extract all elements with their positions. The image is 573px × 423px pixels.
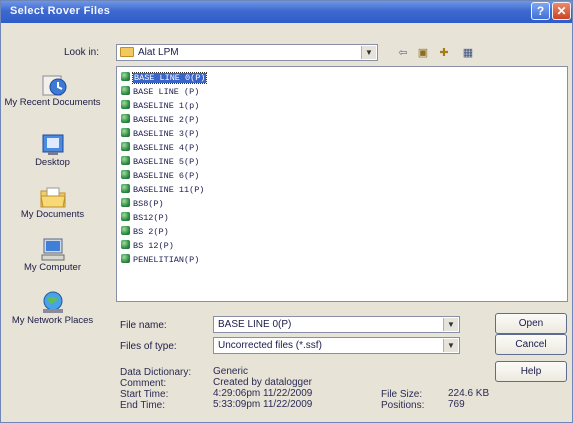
recent-documents-icon: [38, 72, 68, 98]
place-label: My Network Places: [11, 315, 94, 326]
list-item[interactable]: BASELINE 11(P): [121, 184, 204, 195]
place-my-documents[interactable]: My Documents: [3, 184, 102, 220]
end-time-label: End Time:: [120, 400, 166, 411]
file-list[interactable]: BASE LINE 0(P) BASE LINE (P) BASELINE 1(…: [116, 66, 568, 302]
file-name-label: File name:: [120, 320, 167, 331]
rover-file-icon: [121, 254, 130, 263]
file-type-value: Uncorrected files (*.ssf): [218, 340, 322, 351]
list-item[interactable]: BASELINE 5(P): [121, 156, 199, 167]
place-recent-documents[interactable]: My Recent Documents: [3, 72, 102, 108]
place-label: My Recent Documents: [4, 97, 101, 108]
list-item[interactable]: BS8(P): [121, 198, 164, 209]
close-icon: ✕: [556, 4, 567, 18]
place-label: Desktop: [35, 157, 70, 168]
file-type-label: Files of type:: [120, 341, 177, 352]
list-item[interactable]: BASELINE 2(P): [121, 114, 199, 125]
help-icon: ?: [536, 4, 545, 18]
list-item[interactable]: BS 2(P): [121, 226, 169, 237]
data-dictionary-label: Data Dictionary:: [120, 367, 192, 378]
list-item[interactable]: BASELINE 4(P): [121, 142, 199, 153]
open-button[interactable]: Open: [495, 313, 567, 334]
list-item[interactable]: PENELITIAN(P): [121, 254, 199, 265]
rover-file-icon: [121, 184, 130, 193]
folder-icon: [120, 47, 134, 57]
list-item[interactable]: BASELINE 6(P): [121, 170, 199, 181]
place-desktop[interactable]: Desktop: [3, 132, 102, 168]
look-in-label: Look in:: [64, 47, 100, 58]
desktop-icon: [38, 132, 68, 158]
rover-file-icon: [121, 198, 130, 207]
new-folder-icon[interactable]: ✚: [436, 46, 452, 60]
place-my-computer[interactable]: My Computer: [3, 237, 102, 273]
positions-label: Positions:: [381, 400, 425, 411]
end-time-value: 5:33:09pm 11/22/2009: [213, 399, 313, 410]
rover-file-icon: [121, 156, 130, 165]
file-name-value: BASE LINE 0(P): [218, 319, 292, 330]
network-places-icon: [38, 290, 68, 316]
place-label: My Documents: [20, 209, 85, 220]
up-folder-icon[interactable]: ▣: [415, 46, 431, 60]
list-item[interactable]: BASE LINE (P): [121, 86, 199, 97]
help-title-button[interactable]: ?: [531, 2, 550, 20]
look-in-combo[interactable]: Alat LPM ▼: [116, 44, 378, 61]
rover-file-icon: [121, 100, 130, 109]
start-time-label: Start Time:: [120, 389, 169, 400]
list-item[interactable]: BASELINE 1(p): [121, 100, 199, 111]
file-size-value: 224.6 KB: [448, 388, 490, 399]
chevron-down-icon[interactable]: ▼: [443, 339, 458, 352]
rover-file-icon: [121, 72, 130, 81]
comment-value: Created by datalogger: [213, 377, 312, 388]
help-button[interactable]: Help: [495, 361, 567, 382]
view-menu-icon[interactable]: ▦: [457, 46, 479, 60]
comment-label: Comment:: [120, 378, 167, 389]
close-button[interactable]: ✕: [552, 2, 571, 20]
rover-file-icon: [121, 226, 130, 235]
title-bar[interactable]: Select Rover Files ? ✕: [1, 1, 572, 23]
cancel-button[interactable]: Cancel: [495, 334, 567, 355]
file-size-label: File Size:: [381, 389, 423, 400]
file-name-input[interactable]: BASE LINE 0(P) ▼: [213, 316, 460, 333]
places-bar: My Recent Documents Desktop My Documents…: [3, 66, 102, 366]
place-network[interactable]: My Network Places: [3, 290, 102, 326]
list-item[interactable]: BS 12(P): [121, 240, 174, 251]
place-label: My Computer: [23, 262, 81, 273]
rover-file-icon: [121, 128, 130, 137]
rover-file-icon: [121, 170, 130, 179]
file-type-select[interactable]: Uncorrected files (*.ssf) ▼: [213, 337, 460, 354]
positions-value: 769: [448, 399, 465, 410]
back-icon[interactable]: ⇦: [395, 46, 411, 60]
chevron-down-icon[interactable]: ▼: [443, 318, 458, 331]
my-computer-icon: [38, 237, 68, 263]
select-rover-files-dialog: Select Rover Files ? ✕ Look in: Alat LPM…: [0, 0, 573, 423]
chevron-down-icon[interactable]: ▼: [361, 46, 376, 59]
look-in-value: Alat LPM: [138, 47, 179, 58]
rover-file-icon: [121, 114, 130, 123]
start-time-value: 4:29:06pm 11/22/2009: [213, 388, 313, 399]
rover-file-icon: [121, 86, 130, 95]
list-item[interactable]: BASE LINE 0(P): [121, 72, 208, 84]
rover-file-icon: [121, 212, 130, 221]
list-item[interactable]: BASELINE 3(P): [121, 128, 199, 139]
dialog-title: Select Rover Files: [10, 5, 111, 17]
data-dictionary-value: Generic: [213, 366, 249, 377]
rover-file-icon: [121, 240, 130, 249]
my-documents-icon: [38, 184, 68, 210]
list-item[interactable]: BS12(P): [121, 212, 169, 223]
rover-file-icon: [121, 142, 130, 151]
